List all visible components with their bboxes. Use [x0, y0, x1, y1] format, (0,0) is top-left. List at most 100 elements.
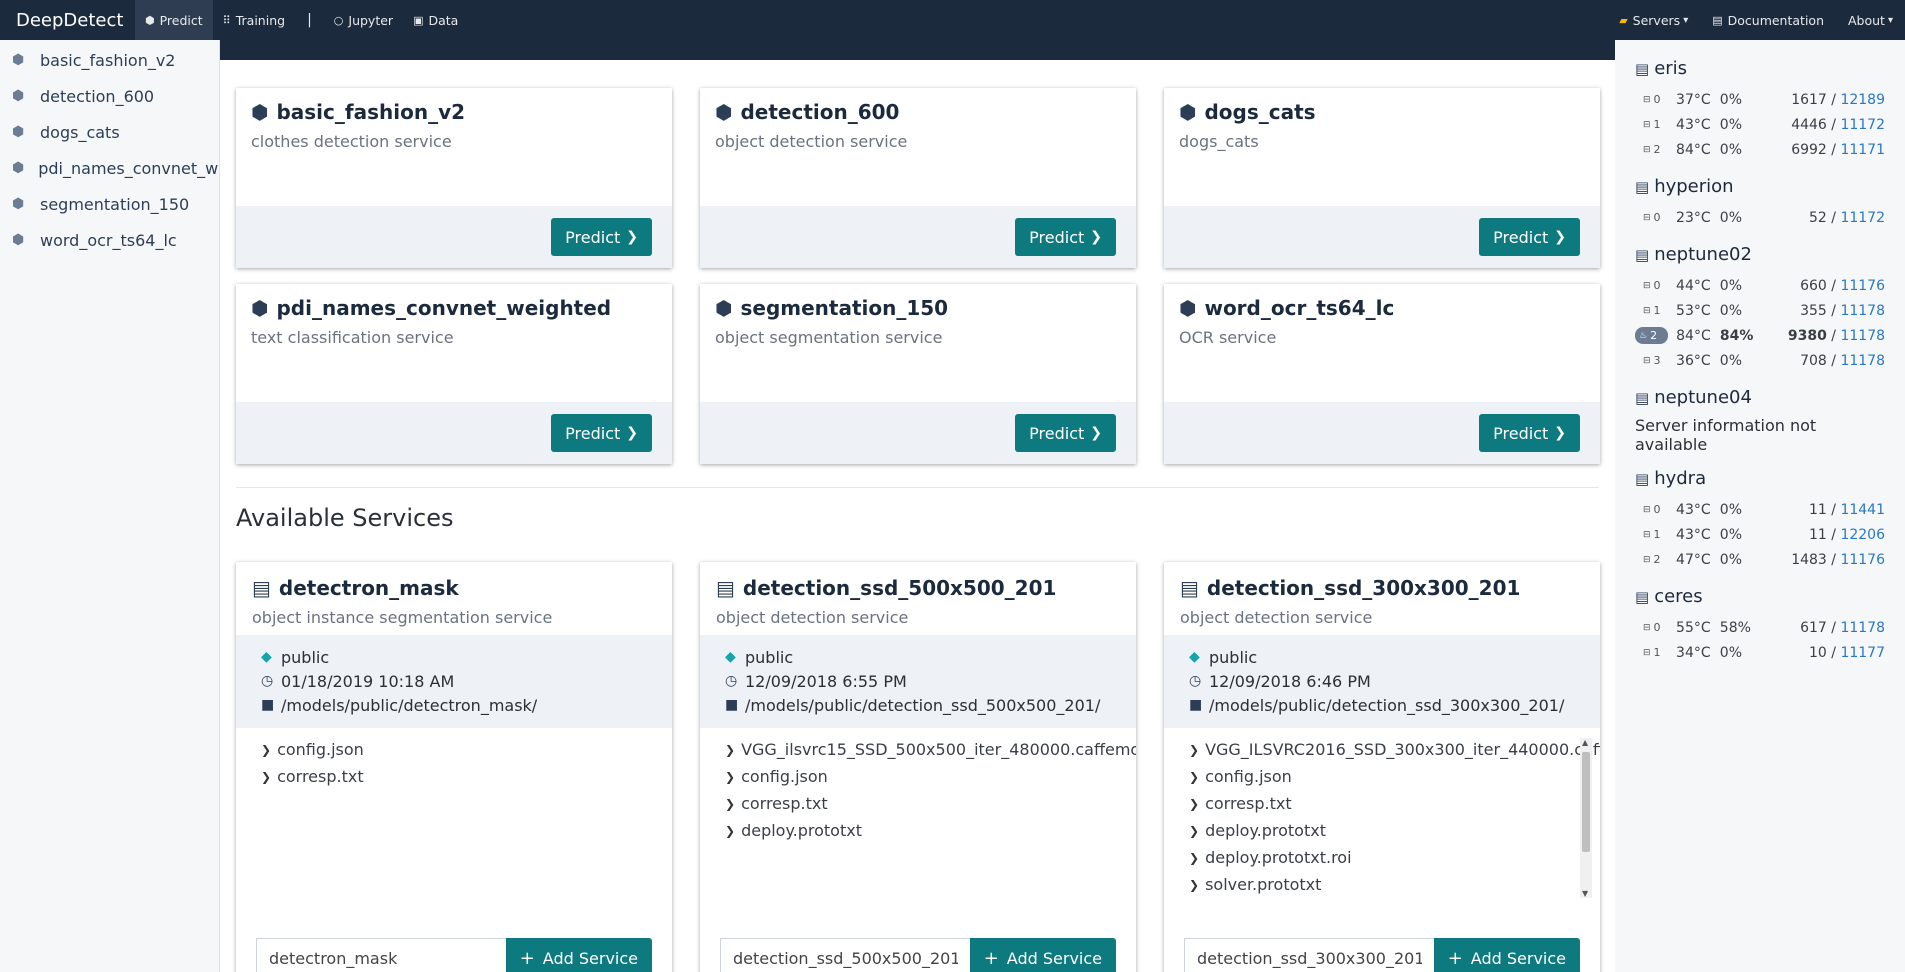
service-date: 01/18/2019 10:18 AM [281, 671, 455, 691]
gpu-mem-total: 11441 [1840, 501, 1885, 518]
scroll-down-arrow-icon[interactable]: ▼ [1582, 889, 1588, 898]
file-item[interactable]: ❯ config.json [261, 736, 647, 763]
gpu-id: 2 [1650, 329, 1658, 342]
server-icon: ▤ [1635, 587, 1650, 606]
predict-button[interactable]: Predict ❯ [1015, 218, 1116, 256]
server-neptune02: ▤ neptune02 ⊟ 0 44°C 0% 660 / 11176 ⊟ 1 53°C 0% 3… [1635, 244, 1885, 373]
nav-training[interactable]: ⠿ Training [213, 0, 295, 40]
nav-servers-label: Servers [1632, 12, 1681, 28]
hdd-icon: ⊟ [1643, 119, 1651, 130]
chevron-right-icon: ❯ [261, 742, 272, 757]
cube-icon: ⬢ [145, 13, 155, 27]
gpu-temp: 43°C [1676, 526, 1711, 543]
service-description: text classification service [251, 328, 454, 347]
file-name: corresp.txt [741, 794, 828, 813]
nav-documentation[interactable]: ▤ Documentation [1700, 0, 1836, 40]
predict-button[interactable]: Predict ❯ [1479, 218, 1580, 256]
gpu-temp: 84°C [1676, 327, 1711, 344]
file-list-scrollbar[interactable]: ▲ ▼ [1580, 738, 1592, 898]
sidebar-item-word-ocr[interactable]: ⬢ word_ocr_ts64_lc [0, 222, 219, 258]
sidebar-item-label: detection_600 [40, 86, 155, 106]
file-name: corresp.txt [1205, 794, 1292, 813]
gpu-mem-total: 11178 [1840, 352, 1885, 369]
file-name: config.json [1205, 767, 1292, 786]
gpu-row: ⊟ 1 53°C 0% 355 / 11178 [1643, 302, 1885, 319]
sidebar-item-segmentation-150[interactable]: ⬢ segmentation_150 [0, 186, 219, 222]
folder-icon: ■ [1189, 697, 1203, 713]
nav-predict[interactable]: ⬢ Predict [135, 0, 213, 40]
top-navbar: DeepDetect ⬢ Predict ⠿ Training | ○ Jupy… [0, 0, 1905, 40]
file-item[interactable]: ❯ VGG_ilsvrc15_SSD_500x500_iter_480000.ca… [725, 736, 1136, 763]
fire-icon: ♨ [1639, 330, 1648, 341]
service-name-input[interactable] [720, 938, 970, 972]
nav-data[interactable]: ▣ Data [403, 0, 468, 40]
gpu-util: 0% [1719, 91, 1742, 108]
file-item[interactable]: ❯ deploy.prototxt.roi [1189, 844, 1570, 871]
cube-icon: ⬢ [12, 232, 25, 248]
sidebar-item-dogs-cats[interactable]: ⬢ dogs_cats [0, 114, 219, 150]
file-name: VGG_ILSVRC2016_SSD_300x300_iter_440000.c… [1205, 740, 1600, 759]
archive-icon: ▤ [252, 576, 271, 600]
sidebar-item-label: dogs_cats [40, 122, 120, 142]
sidebar-item-basic-fashion[interactable]: ⬢ basic_fashion_v2 [0, 42, 219, 78]
nav-documentation-label: Documentation [1727, 12, 1824, 28]
service-path: /models/public/detection_ssd_500x500_201… [745, 695, 1101, 715]
file-item[interactable]: ❯ deploy.prototxt [1189, 817, 1570, 844]
chevron-right-icon: ❯ [725, 742, 736, 757]
nav-about-dropdown[interactable]: About ▾ [1836, 0, 1905, 40]
predict-button[interactable]: Predict ❯ [1015, 414, 1116, 452]
add-service-button[interactable]: + Add Service [505, 938, 652, 972]
available-services-heading: Available Services [236, 504, 454, 532]
file-item[interactable]: ❯ corresp.txt [725, 790, 1111, 817]
file-name: VGG_ilsvrc15_SSD_500x500_iter_480000.caf… [741, 740, 1136, 759]
server-icon: ▤ [1635, 59, 1650, 78]
file-item[interactable]: ❯ VGG_ILSVRC2016_SSD_300x300_iter_440000.… [1189, 736, 1600, 763]
predict-button[interactable]: Predict ❯ [551, 414, 652, 452]
file-item[interactable]: ❯ deploy.prototxt [725, 817, 1111, 844]
service-name-input[interactable] [256, 938, 506, 972]
gpu-row: ⊟ 1 43°C 0% 11 / 12206 [1643, 526, 1885, 543]
hdd-icon: ⊟ [1643, 144, 1651, 155]
server-name: eris [1654, 58, 1688, 79]
predict-button[interactable]: Predict ❯ [551, 218, 652, 256]
file-item[interactable]: ❯ config.json [1189, 763, 1570, 790]
predict-card: ⬢ pdi_names_convnet_weighted text classif… [236, 284, 672, 464]
gpu-row: ⊟ 0 23°C 0% 52 / 11172 [1643, 209, 1885, 226]
gpu-row: ⊟ 0 55°C 58% 617 / 11178 [1643, 619, 1885, 636]
scroll-up-arrow-icon[interactable]: ▲ [1582, 738, 1588, 747]
nav-jupyter[interactable]: ○ Jupyter [324, 0, 403, 40]
chevron-right-icon: ❯ [261, 769, 272, 784]
sidebar-item-detection-600[interactable]: ⬢ detection_600 [0, 78, 219, 114]
plus-icon: + [1447, 947, 1463, 969]
file-name: deploy.prototxt [1205, 821, 1326, 840]
gpu-id: 3 [1653, 354, 1661, 367]
scrollbar-thumb[interactable] [1582, 752, 1590, 852]
service-name: dogs_cats [1204, 100, 1316, 124]
file-item[interactable]: ❯ solver.prototxt [1189, 871, 1570, 898]
file-item[interactable]: ❯ config.json [725, 763, 1111, 790]
add-service-button[interactable]: + Add Service [969, 938, 1116, 972]
file-item[interactable]: ❯ corresp.txt [1189, 790, 1570, 817]
service-name-input[interactable] [1184, 938, 1434, 972]
nav-servers-dropdown[interactable]: ▰ Servers ▾ [1607, 0, 1700, 40]
add-service-button[interactable]: + Add Service [1433, 938, 1580, 972]
tag-icon: ◆ [725, 649, 736, 665]
archive-icon: ▤ [1180, 576, 1199, 600]
gpu-mem-total: 11178 [1840, 327, 1886, 344]
service-description: object detection service [716, 608, 909, 627]
cube-icon: ⬢ [715, 100, 733, 124]
save-icon: ▣ [413, 13, 424, 27]
service-name: detection_600 [740, 100, 900, 124]
gpu-mem-total: 11172 [1840, 209, 1885, 226]
sidebar-item-pdi-names[interactable]: ⬢ pdi_names_convnet_weighted [0, 150, 219, 186]
gpu-util: 0% [1719, 209, 1742, 226]
chevron-right-icon: ❯ [1189, 796, 1200, 811]
hdd-icon: ⊟ [1643, 504, 1651, 515]
file-item[interactable]: ❯ corresp.txt [261, 763, 647, 790]
tag-icon: ◆ [1189, 649, 1200, 665]
service-meta: ◆ public ◷ 01/18/2019 10:18 AM ■ /models/pu… [236, 635, 672, 728]
predict-button[interactable]: Predict ❯ [1479, 414, 1580, 452]
gpu-mem-total: 11178 [1840, 302, 1885, 319]
service-date: 12/09/2018 6:55 PM [745, 671, 907, 691]
brand-logo[interactable]: DeepDetect [0, 10, 135, 31]
